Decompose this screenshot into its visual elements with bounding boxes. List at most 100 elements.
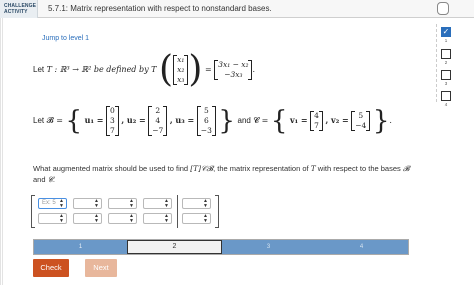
basis-c-name: 𝓒 = — [253, 116, 269, 125]
matrix-entry-r1c5[interactable]: ▲ ▼ — [182, 198, 211, 209]
x-vector-entry: x₂ — [177, 65, 185, 74]
u3-entry: 5 — [203, 106, 209, 115]
v1-label: v₁ = — [289, 115, 308, 125]
bases-lead: Let — [33, 116, 45, 125]
v1-vector: 4 7 — [310, 111, 323, 131]
u1-vector: 0 3 7 — [105, 106, 119, 136]
transformation-signature: T : ℝ³ → ℝ² be defined by T — [46, 65, 157, 74]
badge-line2: ACTIVITY — [4, 9, 28, 15]
v2-entry: 5 — [358, 111, 364, 120]
u3-entry: 6 — [203, 116, 209, 125]
u1-label: u₁ = — [84, 115, 104, 125]
u1-entry: 3 — [109, 116, 115, 125]
u3-entry: −3 — [200, 126, 212, 135]
question-C: 𝓒 — [47, 175, 53, 184]
question-part2: , the matrix representation of — [213, 164, 309, 173]
stepper-arrows-icon[interactable]: ▲ ▼ — [129, 214, 134, 224]
matrix-entry-r2c5[interactable]: ▲ ▼ — [182, 213, 211, 224]
question-part3: with respect to the bases — [317, 164, 401, 173]
transformation-definition: Let T : ℝ³ → ℝ² be defined by T ( x₁ x₂ … — [33, 52, 255, 88]
matrix-entry-r1c4[interactable]: ▲ ▼ — [143, 198, 172, 209]
matrix-notation: [T]𝒞𝓑 — [190, 164, 214, 173]
stepper-arrows-icon[interactable]: ▲ ▼ — [203, 199, 208, 209]
v2-vector: 5 −4 — [351, 111, 371, 131]
progress-segment-3[interactable]: 3 — [222, 240, 315, 254]
stepper-arrows-icon[interactable]: ▲ ▼ — [94, 199, 99, 209]
progress-segment-2-active[interactable]: 2 — [127, 240, 222, 254]
level-4-label: 4 — [444, 102, 448, 107]
level-2-label: 2 — [444, 60, 448, 65]
stepper-arrows-icon[interactable]: ▲ ▼ — [129, 199, 134, 209]
next-button[interactable]: Next — [85, 259, 117, 277]
progress-segment-4[interactable]: 4 — [315, 240, 408, 254]
stepper-arrows-icon[interactable]: ▲ ▼ — [59, 199, 64, 209]
level-progress-bar: 1 2 3 4 — [33, 239, 409, 255]
matrix-entry-r1c3[interactable]: ▲ ▼ — [108, 198, 137, 209]
activity-header: CHALLENGE ACTIVITY 5.7.1: Matrix represe… — [0, 0, 474, 18]
level-1-checkmark-icon[interactable]: ✓ — [441, 27, 451, 37]
level-4-box[interactable] — [441, 91, 451, 101]
question-B: 𝓑 — [402, 164, 410, 173]
x-vector-entry: x₃ — [177, 75, 185, 84]
matrix-entry-r2c4[interactable]: ▲ ▼ — [143, 213, 172, 224]
augment-divider — [177, 195, 178, 228]
right-paren: ) — [188, 49, 203, 90]
result-entry: 3x₁ − x₂ — [218, 60, 249, 69]
period: . — [252, 65, 256, 74]
jump-to-level-link[interactable]: Jump to level 1 — [42, 35, 89, 42]
matrix-entry-r2c2[interactable]: ▲ ▼ — [73, 213, 102, 224]
level-3-box[interactable] — [441, 70, 451, 80]
stepper-arrows-icon[interactable]: ▲ ▼ — [164, 199, 169, 209]
u3-label: , u₃ = — [169, 115, 195, 125]
v1-entry: 4 — [314, 111, 319, 120]
stepper-arrows-icon[interactable]: ▲ ▼ — [203, 214, 208, 224]
level-1-label: 1 — [444, 38, 448, 43]
question-part1: What augmented matrix should be used to … — [33, 164, 189, 173]
left-paren: ( — [159, 49, 174, 90]
basis-b-name: 𝓑 = — [46, 116, 63, 125]
level-3-label: 3 — [444, 81, 448, 86]
x-vector-entry: x₁ — [177, 55, 185, 64]
stepper-arrows-icon[interactable]: ▲ ▼ — [164, 214, 169, 224]
matrix-entry-r1c1[interactable]: Ex: 5 ▲ ▼ — [38, 198, 67, 209]
matrix-right-bracket — [215, 195, 219, 228]
equals-sign: = — [204, 65, 212, 74]
level-connector — [436, 24, 437, 102]
u2-label: , u₂ = — [121, 115, 146, 125]
u3-vector: 5 6 −3 — [196, 106, 216, 136]
v2-entry: −4 — [355, 121, 367, 130]
collapse-toggle[interactable] — [437, 2, 449, 15]
activity-title: 5.7.1: Matrix representation with respec… — [48, 4, 272, 13]
matrix-entry-r1c2[interactable]: ▲ ▼ — [73, 198, 102, 209]
stepper-arrows-icon[interactable]: ▲ ▼ — [94, 214, 99, 224]
v1-entry: 7 — [314, 121, 319, 130]
u2-entry: 4 — [155, 116, 161, 125]
check-button[interactable]: Check — [33, 259, 69, 277]
result-entry: −3x₃ — [224, 70, 243, 79]
definition-lead: Let — [33, 65, 45, 74]
matrix-entry-r2c1[interactable]: ▲ ▼ — [38, 213, 67, 224]
bases-definition: Let 𝓑 = { u₁ = 0 3 7 , u₂ = 2 4 −7 , u₃ … — [33, 106, 392, 136]
question-text: What augmented matrix should be used to … — [33, 164, 410, 184]
right-brace: } — [372, 106, 390, 136]
x-vector: x₁ x₂ x₃ — [173, 55, 189, 85]
entry-placeholder: Ex: 5 — [42, 200, 56, 206]
result-vector: 3x₁ − x₂ −3x₃ — [214, 60, 253, 80]
left-brace: { — [270, 106, 288, 136]
question-and: and — [33, 175, 46, 184]
and-word: and — [237, 116, 251, 125]
augmented-matrix-input: Ex: 5 ▲ ▼ ▲ ▼ ▲ ▼ ▲ ▼ ▲ ▼ ▲ ▼ ▲ ▼ ▲ ▼ ▲ ▼ ▲ ▼ — [31, 195, 219, 228]
progress-segment-1[interactable]: 1 — [34, 240, 127, 254]
left-margin-lines — [0, 18, 3, 285]
u1-entry: 0 — [109, 106, 115, 115]
matrix-entry-r2c3[interactable]: ▲ ▼ — [108, 213, 137, 224]
right-brace: } — [218, 106, 235, 136]
level-2-box[interactable] — [441, 49, 451, 59]
u2-entry: 2 — [155, 106, 161, 115]
stepper-arrows-icon[interactable]: ▲ ▼ — [59, 214, 64, 224]
question-T: T — [310, 164, 316, 173]
left-brace: { — [65, 106, 83, 136]
u1-entry: 7 — [109, 126, 115, 135]
matrix-left-bracket — [31, 195, 35, 228]
u2-vector: 2 4 −7 — [148, 106, 168, 136]
